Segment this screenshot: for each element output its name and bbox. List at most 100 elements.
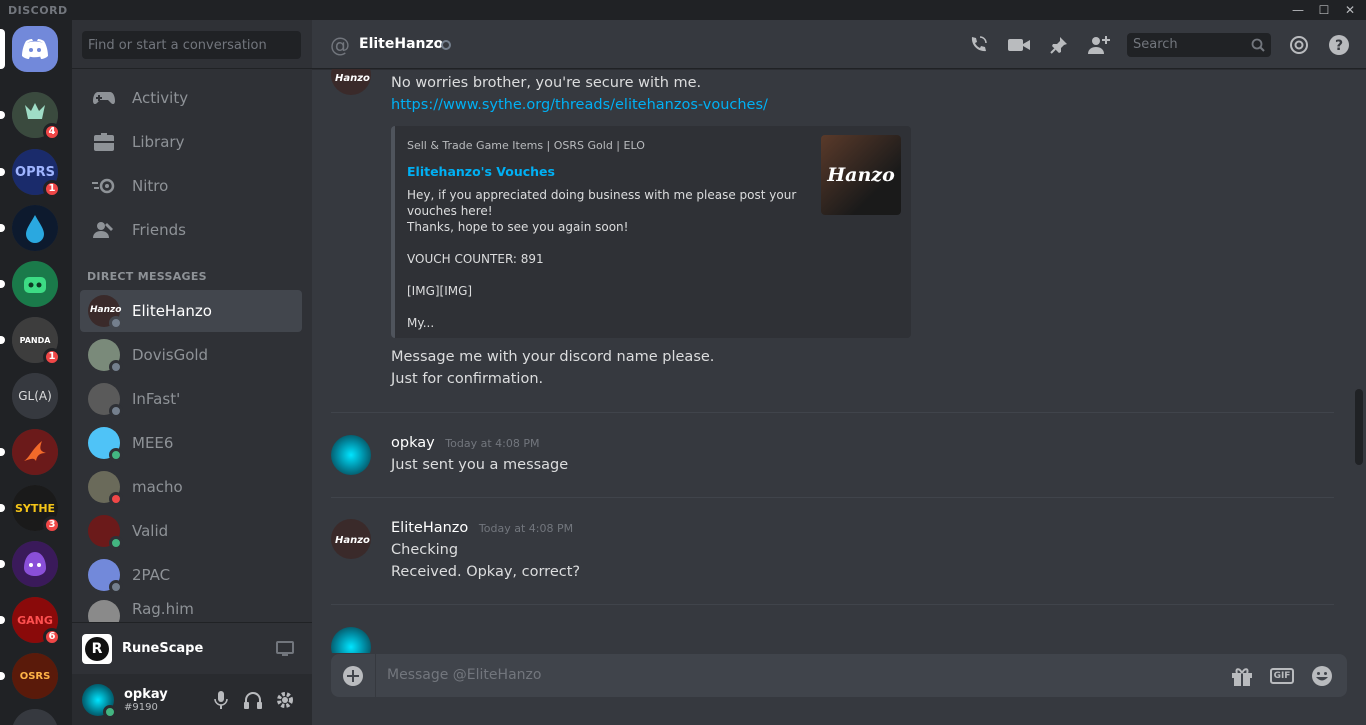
server-icon[interactable] xyxy=(0,205,58,251)
message-avatar[interactable] xyxy=(331,435,371,475)
server-icon[interactable]: GL(A) xyxy=(12,373,58,419)
server-icon[interactable]: SYTHE 3 xyxy=(0,485,61,534)
message-divider xyxy=(331,604,1334,605)
unread-pill xyxy=(0,224,5,232)
minimize-button[interactable]: — xyxy=(1290,2,1306,18)
maximize-button[interactable]: ☐ xyxy=(1316,2,1332,18)
dm-item-2pac[interactable]: 2PAC xyxy=(80,554,302,596)
user-avatar[interactable] xyxy=(82,683,117,719)
message-timestamp: Today at 4:08 PM xyxy=(478,522,574,535)
dm-item-infast[interactable]: InFast' xyxy=(80,378,302,420)
nav-label: Friends xyxy=(132,221,186,239)
mention-badge: 1 xyxy=(43,180,61,198)
server-icon[interactable]: OSRS xyxy=(0,653,58,699)
microphone-icon[interactable] xyxy=(214,691,228,713)
nav-friends[interactable]: Friends xyxy=(80,209,302,251)
nav-activity[interactable]: Activity xyxy=(80,77,302,119)
embed-title[interactable]: Elitehanzo's Vouches xyxy=(407,164,555,179)
username: opkay xyxy=(124,686,168,702)
phoenix-icon xyxy=(12,429,58,475)
avatar-text: Hanzo xyxy=(90,305,122,315)
mention-badge: 3 xyxy=(43,516,61,534)
phone-call-icon[interactable] xyxy=(967,34,989,56)
dm-item-elitehanzo[interactable]: Hanzo EliteHanzo xyxy=(80,290,302,332)
avatar xyxy=(88,559,123,594)
status-online-dot xyxy=(109,536,123,550)
status-offline-icon xyxy=(441,40,451,50)
dm-item-raghim[interactable]: Rag.him xyxy=(80,598,302,622)
message-link[interactable]: https://www.sythe.org/threads/elitehanzo… xyxy=(391,97,768,113)
unread-pill xyxy=(0,672,5,680)
mentions-icon[interactable] xyxy=(1288,34,1310,56)
scrollbar[interactable] xyxy=(1355,389,1363,465)
chat-header: @ EliteHanzo Search ? xyxy=(312,20,1366,69)
video-call-icon[interactable] xyxy=(1008,34,1030,56)
settings-gear-icon[interactable] xyxy=(276,691,294,713)
water-drop-icon xyxy=(12,205,58,251)
embed-description: Thanks, hope to see you again soon! xyxy=(407,220,629,234)
message-author[interactable]: opkay xyxy=(391,435,435,451)
help-icon[interactable]: ? xyxy=(1328,34,1350,56)
message-text: No worries brother, you're secure with m… xyxy=(391,75,702,91)
server-icon[interactable]: 4 xyxy=(0,92,61,141)
server-icon[interactable]: PANDA 1 xyxy=(0,317,61,366)
embed-provider: Sell & Trade Game Items | OSRS Gold | EL… xyxy=(407,139,645,152)
library-icon xyxy=(92,130,116,154)
server-avatar: OSRS xyxy=(12,653,58,699)
avatar xyxy=(88,427,123,462)
discord-logo-icon xyxy=(12,26,58,72)
nav-library[interactable]: Library xyxy=(80,121,302,163)
message-avatar[interactable]: Hanzo xyxy=(331,519,371,559)
avatar xyxy=(88,600,120,622)
add-friend-icon[interactable] xyxy=(1088,34,1110,56)
embed-description: vouches here! xyxy=(407,204,493,218)
unread-pill xyxy=(0,616,5,624)
avatar xyxy=(88,383,123,418)
home-button[interactable] xyxy=(0,26,58,72)
controller-icon xyxy=(92,86,116,110)
server-icon[interactable] xyxy=(0,429,58,475)
emoji-icon[interactable] xyxy=(1310,664,1334,688)
server-icon[interactable] xyxy=(12,709,58,725)
close-button[interactable]: ✕ xyxy=(1342,2,1358,18)
dm-item-valid[interactable]: Valid xyxy=(80,510,302,552)
dm-item-macho[interactable]: macho xyxy=(80,466,302,508)
gift-icon[interactable] xyxy=(1230,664,1254,688)
message-avatar[interactable]: Hanzo xyxy=(331,69,371,95)
screen-share-icon[interactable] xyxy=(276,641,294,661)
embed-thumbnail[interactable]: Hanzo xyxy=(821,135,901,215)
dm-section-header: DIRECT MESSAGES xyxy=(87,270,207,283)
status-dnd-dot xyxy=(109,492,123,506)
server-icon[interactable]: OPRS 1 xyxy=(0,149,61,198)
message-header: EliteHanzo Today at 4:08 PM xyxy=(391,520,573,536)
message-text: Message me with your discord name please… xyxy=(391,349,715,365)
message-avatar[interactable] xyxy=(331,627,371,653)
avatar xyxy=(88,515,123,550)
divider xyxy=(72,68,312,69)
message-composer: Message @EliteHanzo GIF xyxy=(331,654,1347,697)
unread-pill xyxy=(0,168,5,176)
nitro-icon xyxy=(92,174,116,198)
dm-name: 2PAC xyxy=(132,566,171,584)
server-icon[interactable] xyxy=(0,261,58,307)
dm-item-dovisgold[interactable]: DovisGold xyxy=(80,334,302,376)
status-online-dot xyxy=(103,704,117,719)
server-icon[interactable] xyxy=(0,541,58,587)
upload-plus-icon[interactable] xyxy=(341,664,365,688)
dm-name: Rag.him xyxy=(132,600,194,618)
headphones-icon[interactable] xyxy=(244,691,262,713)
message-input[interactable]: Message @EliteHanzo xyxy=(387,667,541,683)
gif-button[interactable]: GIF xyxy=(1269,664,1295,688)
nav-nitro[interactable]: Nitro xyxy=(80,165,302,207)
pinned-messages-icon[interactable] xyxy=(1048,34,1070,56)
server-avatar xyxy=(12,709,58,725)
server-icon[interactable]: GANG 6 xyxy=(0,597,61,646)
dm-name: macho xyxy=(132,478,183,496)
find-conversation-input[interactable]: Find or start a conversation xyxy=(82,31,301,59)
search-input[interactable]: Search xyxy=(1127,33,1271,57)
message-author[interactable]: EliteHanzo xyxy=(391,520,468,536)
dm-name: Valid xyxy=(132,522,169,540)
user-info: opkay #9190 xyxy=(124,687,168,713)
status-offline-dot xyxy=(109,316,123,330)
dm-item-mee6[interactable]: MEE6 xyxy=(80,422,302,464)
